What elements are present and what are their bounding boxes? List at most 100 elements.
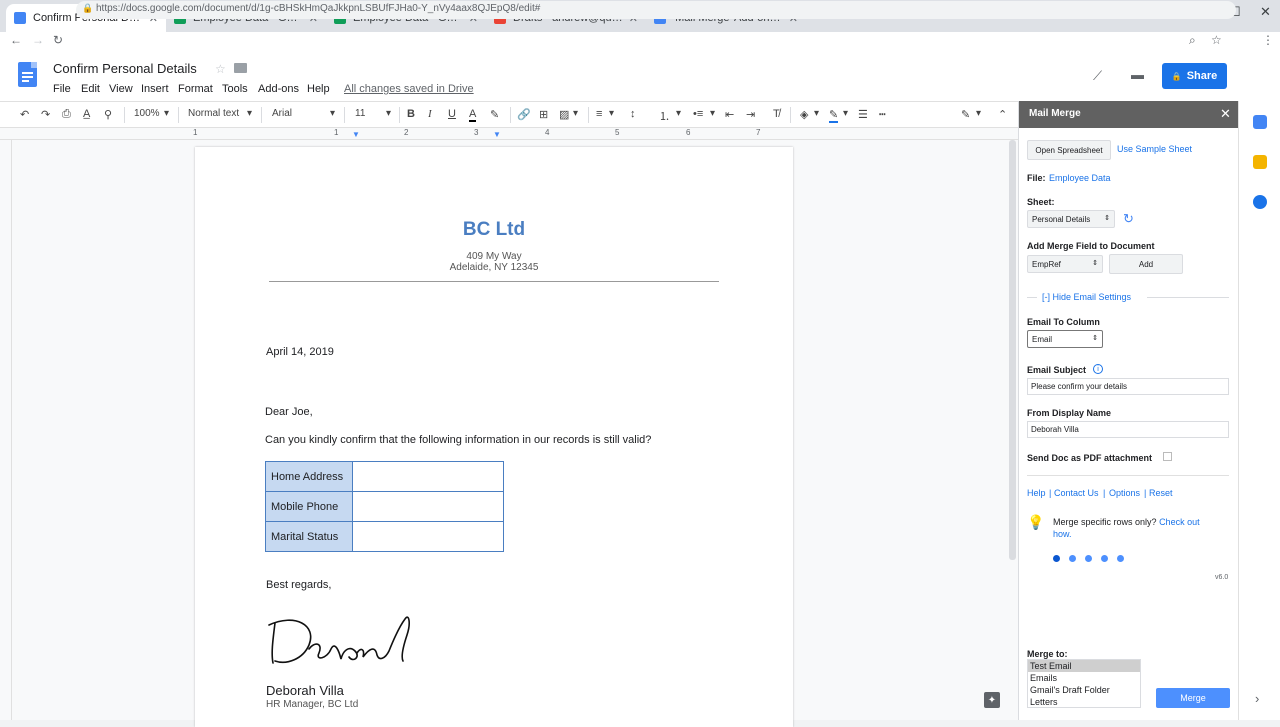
text-color-icon[interactable]: A	[469, 108, 477, 122]
style-select[interactable]: Normal text	[188, 108, 239, 119]
calendar-icon[interactable]	[1253, 115, 1267, 129]
carousel-dot[interactable]	[1117, 555, 1124, 562]
reset-link[interactable]: Reset	[1149, 488, 1173, 498]
list-item[interactable]: Gmail's Draft Folder	[1028, 684, 1140, 696]
open-spreadsheet-button[interactable]: Open Spreadsheet	[1027, 140, 1111, 160]
numbered-list-icon[interactable]: ⒈	[659, 108, 670, 124]
table-cell-value[interactable]	[352, 461, 504, 492]
decrease-indent-icon[interactable]: ⇤	[725, 108, 734, 121]
share-button[interactable]: 🔒 Share	[1162, 63, 1227, 89]
carousel-dot[interactable]	[1101, 555, 1108, 562]
clear-formatting-icon[interactable]: T̸	[773, 108, 780, 120]
menu-tools[interactable]: Tools	[222, 83, 248, 95]
use-sample-sheet-link[interactable]: Use Sample Sheet	[1117, 144, 1192, 154]
contact-us-link[interactable]: Contact Us	[1054, 488, 1099, 498]
refresh-icon[interactable]: ↻	[1123, 211, 1134, 227]
border-width-icon[interactable]: ☰	[858, 108, 868, 121]
horizontal-ruler[interactable]: 1 1 2 3 4 5 6 7 ▼ ▼	[0, 128, 1018, 140]
explore-icon[interactable]: ✦	[984, 692, 1000, 708]
carousel-dot[interactable]	[1069, 555, 1076, 562]
list-item[interactable]: Letters	[1028, 696, 1140, 707]
highlight-icon[interactable]: ✎	[490, 108, 499, 121]
email-subject-input[interactable]: Please confirm your details	[1027, 378, 1229, 395]
comments-icon[interactable]: ▬	[1131, 67, 1144, 82]
menu-edit[interactable]: Edit	[81, 83, 100, 95]
image-icon[interactable]: ▨	[559, 108, 569, 121]
document-page[interactable]: BC Ltd 409 My Way Adelaide, NY 12345 Apr…	[195, 147, 793, 727]
italic-icon[interactable]: I	[428, 108, 432, 120]
reload-icon[interactable]: ↻	[53, 33, 63, 47]
border-dash-icon[interactable]: ┅	[879, 108, 886, 121]
editing-mode-icon[interactable]: ✎	[961, 108, 970, 121]
tab-marker-icon[interactable]: ▼	[493, 130, 501, 139]
table-cell-value[interactable]	[352, 521, 504, 552]
docs-logo-icon[interactable]	[18, 62, 37, 87]
email-column-select[interactable]: Email ⇕	[1027, 330, 1103, 348]
table-cell-label[interactable]: Marital Status	[265, 521, 353, 552]
merge-to-listbox[interactable]: Test Email Emails Gmail's Draft Folder L…	[1027, 659, 1141, 708]
fill-color-icon[interactable]: ◈	[800, 108, 808, 121]
indent-marker-icon[interactable]: ▼	[352, 130, 360, 139]
file-link[interactable]: Employee Data	[1049, 173, 1111, 183]
hide-email-settings-link[interactable]: [-] Hide Email Settings	[1042, 292, 1131, 302]
spellcheck-icon[interactable]: A̲	[83, 108, 90, 120]
redo-icon[interactable]: ↷	[41, 108, 50, 121]
underline-icon[interactable]: U	[448, 108, 456, 120]
merge-field-select[interactable]: EmpRef ⇕	[1027, 255, 1103, 273]
save-status[interactable]: All changes saved in Drive	[344, 83, 474, 95]
tasks-icon[interactable]	[1253, 195, 1267, 209]
address-bar[interactable]: 🔒 https://docs.google.com/document/d/1g-…	[76, 1, 1236, 19]
font-select[interactable]: Arial	[272, 108, 292, 119]
menu-view[interactable]: View	[109, 83, 133, 95]
undo-icon[interactable]: ↶	[20, 108, 29, 121]
close-icon[interactable]: ✕	[1220, 106, 1231, 122]
paint-format-icon[interactable]: ⚲	[104, 108, 112, 121]
menu-insert[interactable]: Insert	[141, 83, 169, 95]
url-text[interactable]: https://docs.google.com/document/d/1g-cB…	[96, 3, 540, 14]
star-icon[interactable]: ☆	[215, 62, 226, 76]
browser-menu-icon[interactable]: ⋮	[1262, 33, 1274, 47]
sheet-select[interactable]: Personal Details ⇕	[1027, 210, 1115, 228]
collapse-toolbar-icon[interactable]: ⌃	[998, 108, 1007, 121]
pdf-attachment-checkbox[interactable]	[1163, 452, 1172, 461]
table-cell-label[interactable]: Home Address	[265, 461, 353, 492]
font-size-select[interactable]: 11	[355, 108, 365, 119]
forward-icon[interactable]: →	[32, 33, 44, 47]
chevron-right-icon[interactable]: ›	[1255, 691, 1259, 706]
list-item[interactable]: Emails	[1028, 672, 1140, 684]
link-icon[interactable]: 🔗	[517, 108, 531, 121]
carousel-dot[interactable]	[1085, 555, 1092, 562]
vertical-scrollbar[interactable]	[1009, 140, 1016, 560]
table-cell-value[interactable]	[352, 491, 504, 522]
carousel-dot[interactable]	[1053, 555, 1060, 562]
back-icon[interactable]: ←	[10, 33, 22, 47]
zoom-select[interactable]: 100%	[134, 108, 160, 119]
add-field-button[interactable]: Add	[1109, 254, 1183, 274]
comment-add-icon[interactable]: ⊞	[539, 108, 548, 121]
options-link[interactable]: Options	[1109, 488, 1140, 498]
window-close-icon[interactable]: ✕	[1260, 4, 1271, 20]
align-icon[interactable]: ≡	[596, 108, 602, 120]
activity-icon[interactable]: ⟋	[1093, 68, 1102, 84]
increase-indent-icon[interactable]: ⇥	[746, 108, 755, 121]
merge-button[interactable]: Merge	[1156, 688, 1230, 708]
border-color-icon[interactable]: ✎	[829, 108, 839, 123]
help-link[interactable]: Help	[1027, 488, 1046, 498]
info-table[interactable]: Home Address Mobile Phone Marital Status	[265, 461, 504, 552]
print-icon[interactable]: ⎙	[62, 108, 71, 121]
document-title[interactable]: Confirm Personal Details	[53, 61, 197, 76]
line-spacing-icon[interactable]: ↕	[630, 108, 636, 120]
keep-icon[interactable]	[1253, 155, 1267, 169]
menu-format[interactable]: Format	[178, 83, 213, 95]
info-icon[interactable]: i	[1093, 364, 1103, 374]
bookmark-star-icon[interactable]: ☆	[1211, 33, 1222, 47]
menu-addons[interactable]: Add-ons	[258, 83, 299, 95]
folder-icon[interactable]	[234, 63, 247, 73]
table-cell-label[interactable]: Mobile Phone	[265, 491, 353, 522]
menu-help[interactable]: Help	[307, 83, 330, 95]
vertical-ruler[interactable]	[0, 140, 12, 720]
menu-file[interactable]: File	[53, 83, 71, 95]
bold-icon[interactable]: B	[407, 108, 415, 120]
bulleted-list-icon[interactable]: •≡	[693, 108, 703, 120]
from-display-name-input[interactable]: Deborah Villa	[1027, 421, 1229, 438]
